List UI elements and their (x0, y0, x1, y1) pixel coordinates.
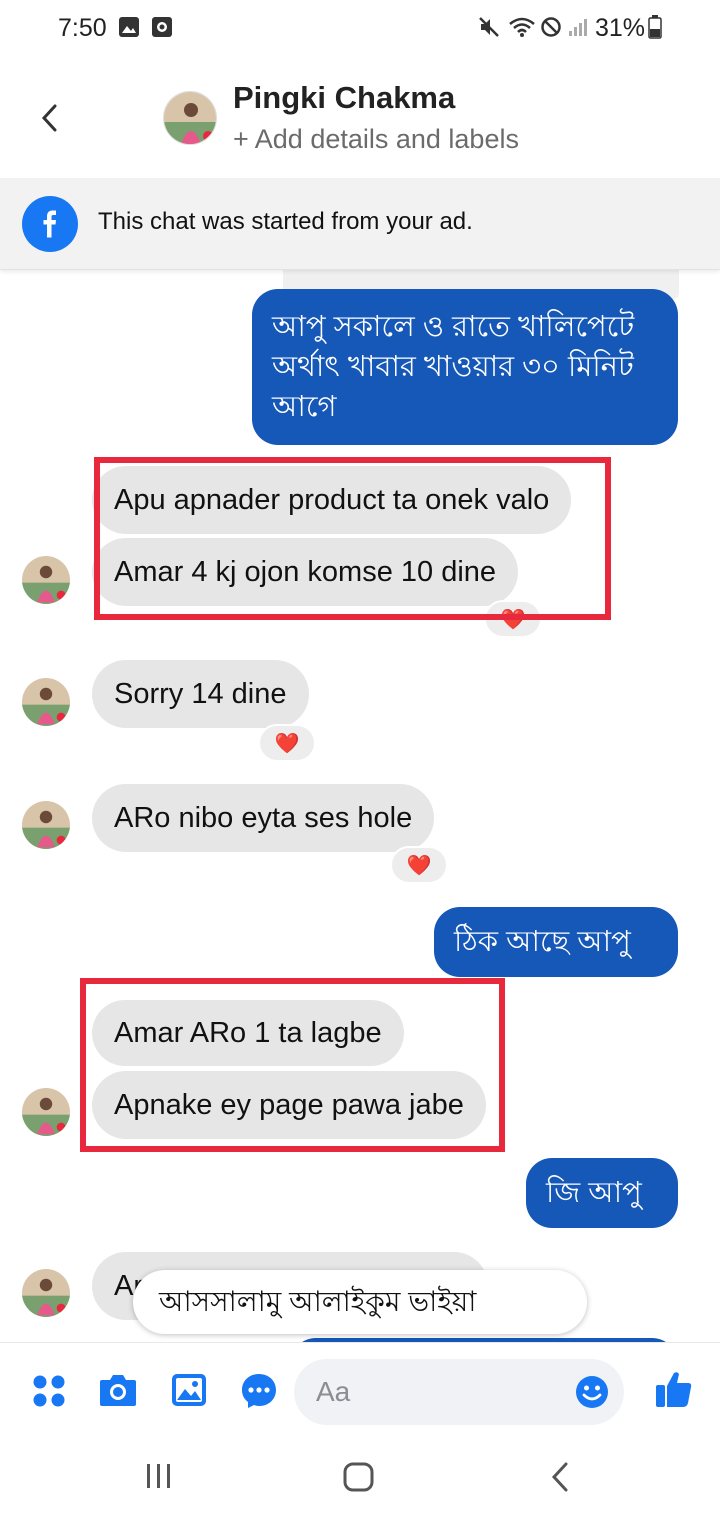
message-text-line: আপু সকালে ও রাতে খালিপেটে (272, 311, 635, 343)
message-text: ঠিক আছে আপু (454, 926, 631, 958)
chat-icon[interactable] (240, 1372, 278, 1410)
heart-reaction[interactable]: ❤️ (258, 724, 316, 762)
emoji-icon[interactable] (574, 1374, 610, 1410)
status-bar: 7:50 31% (0, 0, 720, 58)
avatar[interactable] (22, 556, 70, 604)
heart-icon: ❤️ (274, 732, 300, 755)
composer-bar: Aa (0, 1342, 720, 1440)
message-input[interactable]: Aa (294, 1359, 624, 1425)
camera-icon[interactable] (98, 1372, 138, 1408)
battery-percent: 31% (595, 14, 646, 42)
signal-icon (569, 19, 587, 36)
chat-header: Pingki Chakma + Add details and labels (0, 58, 720, 178)
highlight-box (80, 978, 505, 1152)
message-input-placeholder: Aa (316, 1376, 351, 1407)
incoming-message[interactable]: Sorry 14 dine (92, 660, 309, 728)
contact-name[interactable]: Pingki Chakma (233, 80, 455, 116)
mute-icon (479, 17, 499, 37)
outgoing-message[interactable]: ঠিক আছে আপু (434, 907, 678, 977)
avatar[interactable] (22, 1269, 70, 1317)
contact-avatar[interactable] (163, 91, 217, 145)
gallery-notification-icon (119, 17, 139, 37)
ad-banner-text: This chat was started from your ad. (98, 208, 473, 235)
status-time: 7:50 (58, 14, 107, 42)
app-notification-icon (152, 17, 172, 37)
apps-icon[interactable] (32, 1374, 66, 1408)
wifi-icon (509, 17, 535, 37)
avatar[interactable] (22, 1088, 70, 1136)
heart-reaction[interactable]: ❤️ (390, 846, 448, 884)
message-text: Sorry 14 dine (114, 678, 287, 710)
message-list[interactable]: আপু সকালে ও রাতে খালিপেটে অর্থাৎ খাবার খ… (0, 270, 720, 1342)
message-text: জি আপু (546, 1177, 642, 1209)
back-button[interactable] (30, 93, 70, 143)
ad-origin-banner: This chat was started from your ad. (0, 178, 720, 270)
avatar[interactable] (22, 801, 70, 849)
nav-back-icon[interactable] (548, 1460, 572, 1494)
incoming-message[interactable]: ARo nibo eyta ses hole (92, 784, 435, 852)
home-icon[interactable] (342, 1460, 376, 1494)
message-text-line: অর্থাৎ খাবার খাওয়ার ৩০ মিনিট (272, 351, 634, 383)
message-text-line: আগে (272, 391, 337, 423)
gallery-icon[interactable] (170, 1372, 208, 1408)
message-text: ARo nibo eyta ses hole (114, 802, 413, 834)
heart-icon: ❤️ (406, 854, 432, 877)
quick-reply-chip[interactable]: আসসালামু আলাইকুম ভাইয়া (133, 1270, 587, 1334)
system-nav-bar (0, 1440, 720, 1520)
outgoing-message[interactable]: আপু সকালে ও রাতে খালিপেটে অর্থাৎ খাবার খ… (252, 289, 678, 445)
facebook-icon (22, 196, 78, 252)
back-arrow-icon (41, 104, 57, 132)
add-details-link[interactable]: + Add details and labels (233, 124, 519, 155)
recents-icon[interactable] (144, 1460, 174, 1492)
blocked-icon (541, 17, 561, 37)
outgoing-message[interactable]: জি আপু (526, 1158, 678, 1228)
thumbs-up-icon[interactable] (654, 1369, 694, 1409)
battery-icon (648, 15, 662, 39)
highlight-box (94, 457, 611, 620)
avatar[interactable] (22, 678, 70, 726)
